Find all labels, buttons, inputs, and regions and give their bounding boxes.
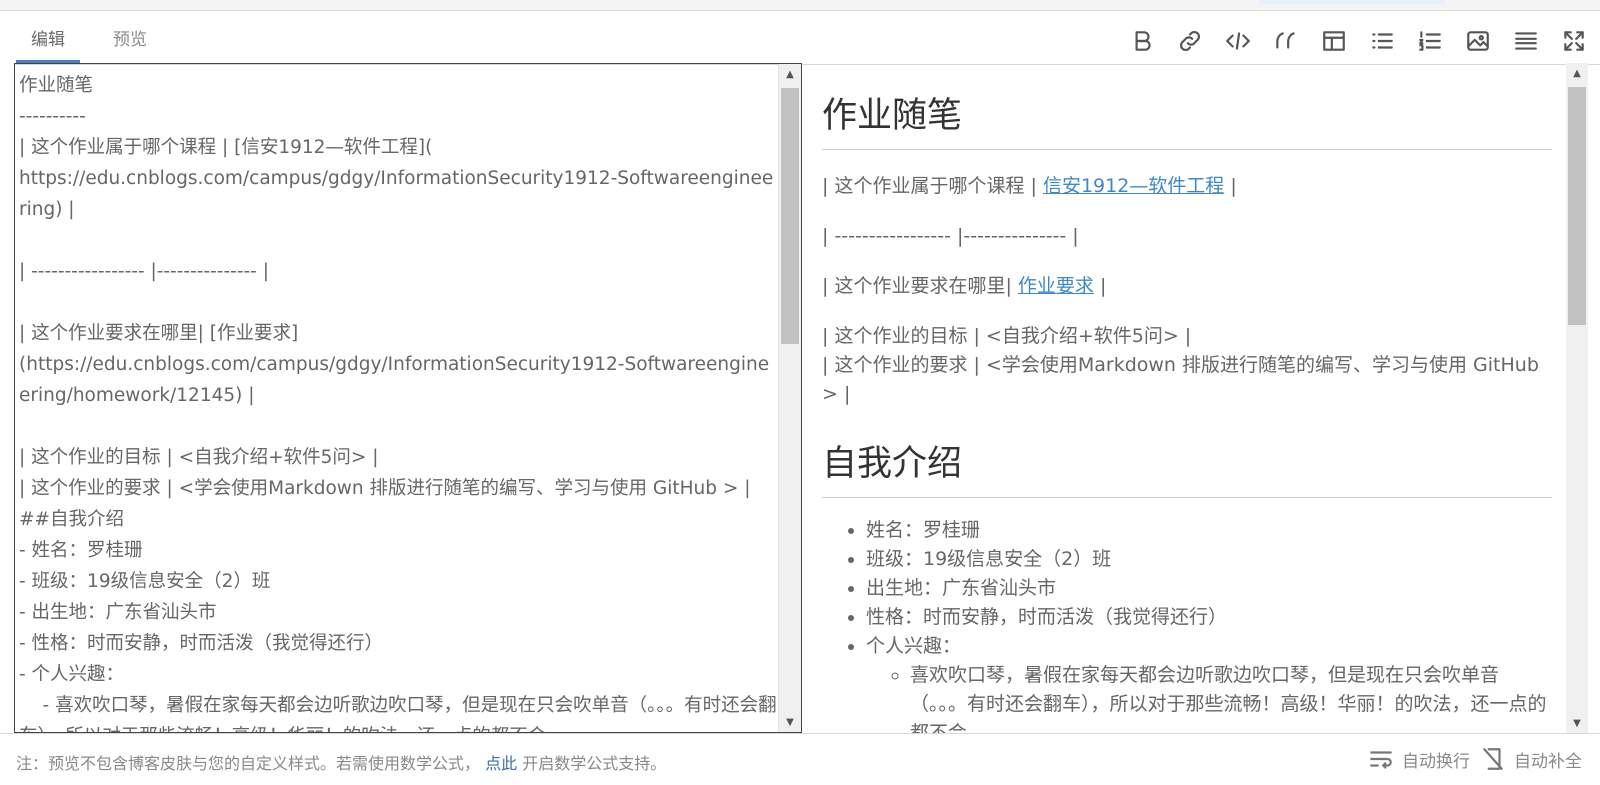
editor-scrollbar[interactable]: ▲ ▼ [778,64,801,732]
list-item: 班级：19级信息安全（2）班 [866,545,1552,574]
note-prefix: 注：预览不包含博客皮肤与您的自定义样式。若需使用数学公式， [16,754,481,773]
note-suffix: 开启数学公式支持。 [517,754,667,773]
sublist-item: 喜欢吹口琴，暑假在家每天都会边听歌边吹口琴，但是现在只会吹单音（。。。有时还会翻… [910,661,1552,733]
numbered-list-icon [1419,31,1441,51]
numbered-list-button[interactable] [1408,24,1452,58]
auto-complete-label: 自动补全 [1514,751,1582,772]
scroll-up-arrow-icon[interactable]: ▲ [779,64,801,84]
preview-content: 作业随笔 | 这个作业属于哪个课程 | 信安1912—软件工程 | | ----… [822,63,1552,733]
preview-pane: 作业随笔 | 这个作业属于哪个课程 | 信安1912—软件工程 | | ----… [804,63,1600,733]
tab-edit[interactable]: 编辑 [16,22,80,63]
bold-button[interactable] [1120,24,1164,58]
preview-row-demand: | 这个作业的要求 | <学会使用Markdown 排版进行随笔的编写、学习与使… [822,354,1539,405]
fullscreen-icon [1564,31,1584,51]
wrap-icon [1370,751,1392,769]
image-icon [1467,31,1489,51]
list-item-label: 个人兴趣： [866,635,962,657]
table-button[interactable] [1312,24,1356,58]
code-button[interactable] [1216,24,1260,58]
intro-list: 姓名：罗桂珊 班级：19级信息安全（2）班 出生地：广东省汕头市 性格：时而安静… [822,516,1552,733]
preview-row-course: | 这个作业属于哪个课程 | 信安1912—软件工程 | [822,172,1552,201]
list-item: 个人兴趣： 喜欢吹口琴，暑假在家每天都会边听歌边吹口琴，但是现在只会吹单音（。。… [866,632,1552,733]
interest-sublist: 喜欢吹口琴，暑假在家每天都会边听歌边吹口琴，但是现在只会吹单音（。。。有时还会翻… [866,661,1552,733]
preview-row-requirement: | 这个作业要求在哪里| 作业要求 | [822,272,1552,301]
image-button[interactable] [1456,24,1500,58]
link-button[interactable] [1168,24,1212,58]
hr-button[interactable] [1504,24,1548,58]
preview-scrollbar[interactable]: ▲ ▼ [1566,63,1588,733]
fullscreen-button[interactable] [1552,24,1596,58]
list-item: 姓名：罗桂珊 [866,516,1552,545]
requirement-link[interactable]: 作业要求 [1018,275,1094,297]
link-icon [1180,31,1200,51]
table-icon [1323,31,1345,51]
course-link[interactable]: 信安1912—软件工程 [1043,175,1224,197]
list-item: 出生地：广东省汕头市 [866,574,1552,603]
list-item: 性格：时而安静，时而活泼（我觉得还行） [866,603,1552,632]
scroll-down-arrow-icon[interactable]: ▼ [779,712,801,732]
footer-bar: 注：预览不包含博客皮肤与您的自定义样式。若需使用数学公式， 点此 开启数学公式支… [0,733,1600,785]
row-course-suffix: | [1224,175,1237,197]
quote-icon [1276,32,1295,49]
preview-scroll-down-arrow-icon[interactable]: ▼ [1566,713,1588,733]
preview-scroll-up-arrow-icon[interactable]: ▲ [1566,63,1588,83]
bold-icon [1135,31,1151,51]
bullet-list-button[interactable] [1360,24,1404,58]
auto-wrap-label: 自动换行 [1402,751,1470,772]
markdown-editor[interactable]: 作业随笔 ---------- | 这个作业属于哪个课程 | [信安1912—软… [14,63,802,733]
tab-preview[interactable]: 预览 [98,22,162,62]
preview-heading-intro: 自我介绍 [822,439,1552,498]
hr-icon [1515,32,1537,50]
preview-separator-row: | ----------------- |--------------- | [822,225,1079,247]
code-icon [1226,32,1250,50]
top-strip [0,0,1600,11]
row-course-prefix: | 这个作业属于哪个课程 | [822,175,1043,197]
editor-scroll-thumb[interactable] [781,88,799,344]
top-accent [1258,0,1446,4]
bullet-list-icon [1372,33,1393,49]
row-requirement-prefix: | 这个作业要求在哪里| [822,275,1018,297]
footer-note: 注：预览不包含博客皮肤与您的自定义样式。若需使用数学公式， 点此 开启数学公式支… [16,750,666,774]
quote-button[interactable] [1264,24,1308,58]
preview-scroll-thumb[interactable] [1568,87,1586,325]
toolbar [1120,24,1596,58]
autocomplete-off-icon [1483,748,1503,770]
auto-complete-toggle[interactable]: 自动补全 [1480,746,1582,772]
row-requirement-suffix: | [1093,275,1107,297]
preview-row-goal: | 这个作业的目标 | <自我介绍+软件5问> | [822,325,1192,347]
auto-wrap-toggle[interactable]: 自动换行 [1368,746,1470,772]
enable-math-link[interactable]: 点此 [485,754,517,773]
editor-textarea[interactable]: 作业随笔 ---------- | 这个作业属于哪个课程 | [信安1912—软… [19,70,779,732]
preview-heading-title: 作业随笔 [822,91,1552,150]
